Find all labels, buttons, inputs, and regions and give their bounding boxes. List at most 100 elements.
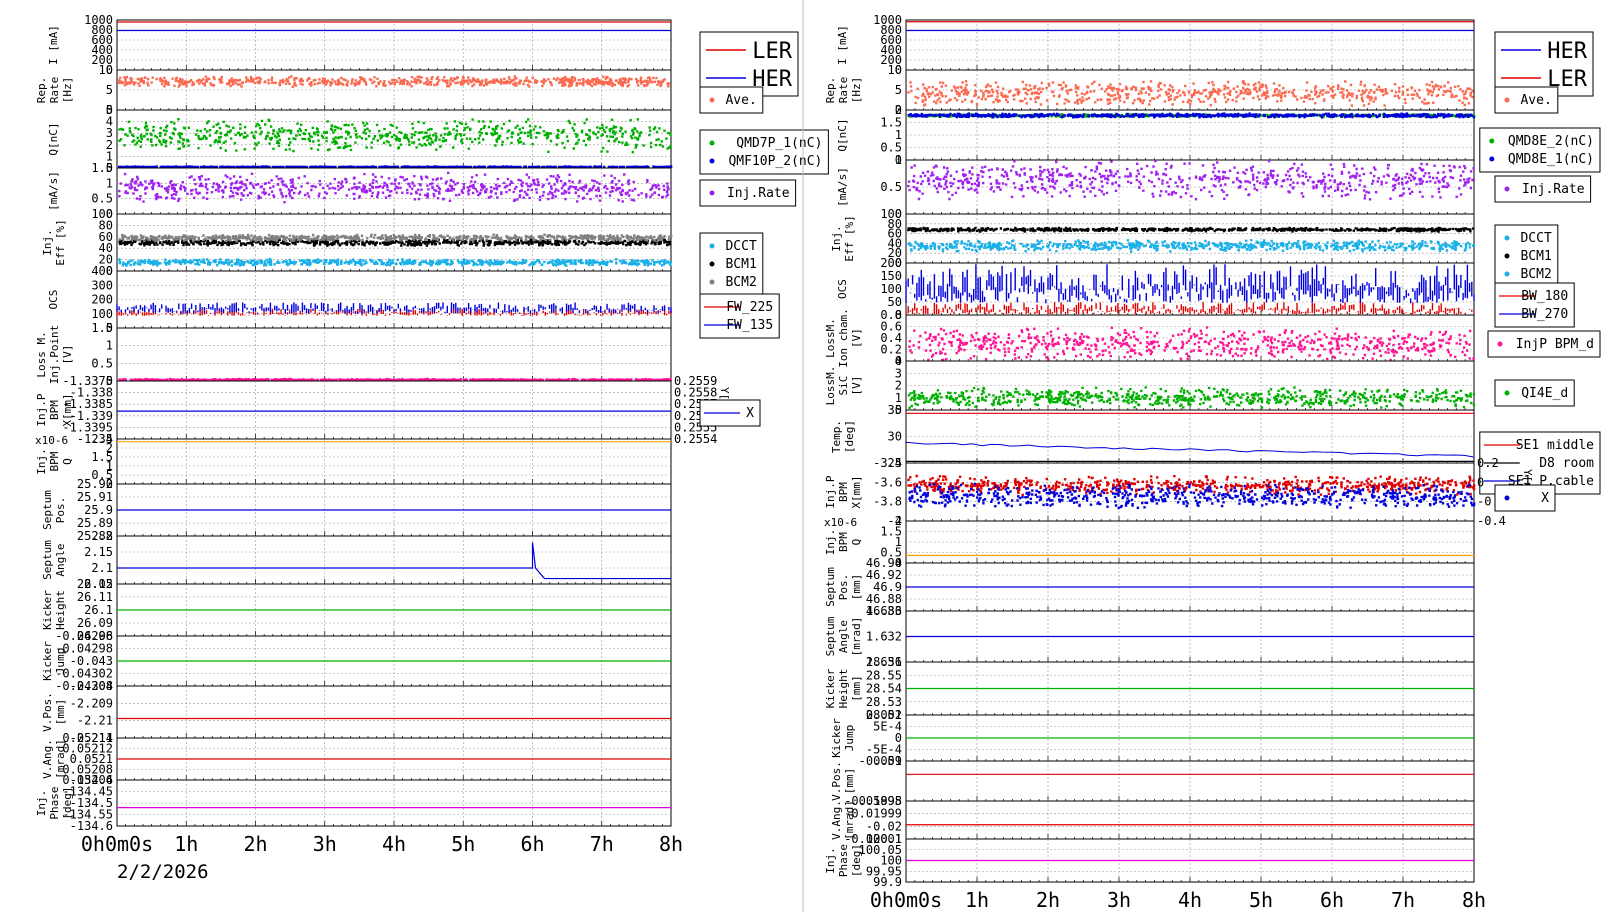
y-axis-label: Septum (41, 540, 54, 580)
panel-2-15: 0.0015E-40-5E-4-0.001Kicker Jump (830, 708, 1475, 768)
legend-swatch (709, 261, 715, 267)
x-tick-label: 5h (1249, 888, 1273, 912)
panel-1-15: 0.052140.052120.05210.052080.05206V.Ang.… (41, 731, 672, 787)
x-tick-label: 0h0m0s (81, 832, 153, 856)
legend-label: HER (1547, 39, 1587, 64)
legend-swatch (1504, 271, 1510, 277)
x-tick-label: 8h (1462, 888, 1486, 912)
y-axis-label: Kicker (824, 668, 837, 708)
panel-2-7: 0.80.60.40.20LossM. Ion cham. [V] InjP BPM_… (824, 308, 1601, 368)
y-axis-label: Inj. (830, 225, 843, 252)
y-tick-label: 5 (106, 83, 113, 97)
y-axis-label: Eff [%] (843, 215, 856, 261)
y-tick-label: 25.92 (77, 477, 113, 491)
y-axis-label: Q (61, 458, 74, 465)
y-axis-label: V.Ang. (830, 800, 843, 840)
y-axis-label: Rate (48, 77, 61, 104)
monitor-plots: 10008006004002000I [mA] LERHER1050Rep. Rat… (35, 0, 1601, 912)
legend-label: Ave. (725, 93, 756, 108)
x-tick-label: 8h (659, 832, 683, 856)
y-tick-label: 50 (888, 295, 902, 309)
y-axis-label: Septum (824, 616, 837, 656)
legend-label: BW_270 (1521, 307, 1568, 322)
y-tick-label: 1 (106, 176, 113, 190)
y-tick-label: 28.55 (866, 668, 902, 682)
legend-swatch (1504, 390, 1510, 396)
y-axis-label: Loss M. (35, 331, 48, 377)
panel-2-18: 100.1100.0510099.9599.9Inj. Phase [deg] (824, 832, 1475, 889)
legend-label: FW_225 (726, 300, 773, 315)
right-tick-label: -0.4 (1477, 514, 1506, 528)
y-tick-label: 1 (106, 339, 113, 353)
y-axis-label: Phase (48, 786, 61, 819)
x-tick-label: 7h (1391, 888, 1415, 912)
y-axis-label: V.Ang. (41, 739, 54, 779)
legend: DCCT BCM1 BCM2 (1494, 224, 1559, 288)
y-tick-label: 0.59 (873, 754, 902, 768)
right-tick-label: 0.2554 (674, 432, 717, 446)
y-tick-label: 2.15 (84, 545, 113, 559)
y-axis-label: Ion cham. (837, 308, 850, 368)
panel-2-12: 46.9446.9246.946.8846.86Septum Pos. [mm] (824, 556, 1475, 618)
y-axis-label: Inj. (35, 790, 48, 817)
legend-label: QMF10P_2(nC) (728, 154, 822, 169)
y-exponent: x10-6 (35, 434, 68, 447)
panel-2-16: 0.590.5895V.Pos. [mm] (830, 754, 1475, 808)
y-exponent: x10-6 (824, 516, 857, 529)
y-axis-label: [V] (850, 328, 863, 348)
legend-swatch (1504, 97, 1510, 103)
y-tick-label: 150 (880, 269, 902, 283)
y-axis-label: [mm] (850, 574, 863, 601)
x-tick-label: 2h (243, 832, 267, 856)
panel-1-3: 543210Q[nC] QMD7P_1(nC)QMF10P_2(nC) (47, 103, 829, 175)
chart-column-2: 10008006004002000I [mA] HERLER1050Rep. Rat… (824, 13, 1601, 912)
y-axis-label: Phase (837, 844, 850, 877)
x-tick-label: 3h (313, 832, 337, 856)
chart-column-1: 10008006004002000I [mA] LERHER1050Rep. Rat… (35, 13, 829, 883)
y-tick-label: -134.6 (70, 819, 113, 833)
legend: QMD8E_2(nC) QMD8E_1(nC) (1479, 127, 1601, 173)
y-tick-label: 10 (888, 63, 902, 77)
y-axis-label: [V] (61, 345, 74, 365)
panel-2-4: 10.50[mA/s] Inj.Rate (836, 153, 1592, 221)
y-axis-label: BPM (837, 482, 850, 502)
y-axis-label: Inj. (824, 529, 837, 556)
y-tick-label: 25.91 (77, 490, 113, 504)
panel-1-2: 1050Rep. Rate [Hz] Ave. (35, 63, 764, 117)
y-axis-label: [deg] (843, 420, 856, 453)
y-tick-label: 0.5 (880, 180, 902, 194)
y-axis-label: I [mA] (836, 25, 849, 65)
x-tick-label: 3h (1107, 888, 1131, 912)
legend-swatch (709, 243, 715, 249)
legend: QMD7P_1(nC) QMF10P_2(nC) (699, 129, 829, 175)
y-axis-label: Rate (837, 77, 850, 104)
legend-label: QI4E_d (1521, 386, 1568, 401)
y-tick-label: 28.54 (866, 682, 902, 696)
panel-1-7: 1.510.50Loss M. Inj.Point [V] (35, 321, 672, 388)
y-tick-label: 1.633 (866, 604, 902, 618)
panel-2-14: 28.5628.5528.5428.5328.52Kicker Height [mm… (824, 655, 1475, 722)
legend: HERLER (1494, 31, 1594, 97)
y-tick-label: 100 (880, 282, 902, 296)
injection-monitor-screen: 1000 800 600 400 200 0 I [mA] LER HER 10 5 0 Rep. Rat… (0, 0, 1606, 912)
y-tick-label: 26.1 (84, 603, 113, 617)
panel-2-8: 43210LossM. SiC [V] QI4E_d (824, 354, 1575, 417)
y-tick-label: 26.12 (77, 577, 113, 591)
y-axis-label: Jump (843, 725, 856, 752)
legend-label: SE1 middle (1516, 438, 1594, 453)
right-tick-label: 0 (1477, 475, 1484, 489)
legend: BW_180 BW_270 (1494, 282, 1575, 328)
panel-2-13: 1.6331.6321.631Septum Angle [mrad] (824, 604, 1475, 669)
y-tick-label: 1 (895, 153, 902, 167)
y-tick-label: 400 (91, 264, 113, 278)
legend-label: BCM2 (725, 275, 756, 290)
y-axis-label: [V] (850, 376, 863, 396)
y-tick-label: 0.5 (91, 192, 113, 206)
y-tick-label: 35 (888, 403, 902, 417)
y-tick-label: 30 (888, 430, 902, 444)
y-tick-label: 1.5 (91, 161, 113, 175)
legend: InjP BPM_d (1487, 330, 1601, 358)
panel-1-14: -2.208-2.209-2.21-2.211V.Pos. [mm] (41, 679, 672, 745)
legend-swatch (1504, 186, 1510, 192)
x-tick-label: 4h (1178, 888, 1202, 912)
